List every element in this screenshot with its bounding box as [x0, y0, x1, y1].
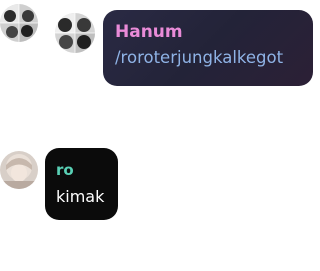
message-text: kimak — [56, 187, 105, 206]
chat-window: Hanum /roroterjungkalkegot ro kimak — [0, 0, 320, 271]
sender-name[interactable]: Hanum — [115, 22, 313, 42]
avatar-icon — [0, 4, 38, 42]
avatar[interactable] — [0, 151, 38, 189]
avatar[interactable] — [55, 13, 95, 53]
sender-name[interactable]: ro — [56, 161, 118, 179]
avatar[interactable] — [0, 4, 38, 42]
message-text: /roroterjungkalkegot — [115, 48, 284, 67]
avatar-icon — [0, 151, 38, 189]
message-bubble[interactable]: Hanum /roroterjungkalkegot — [103, 10, 313, 86]
avatar-icon — [55, 13, 95, 53]
message-bubble[interactable]: ro kimak — [45, 148, 118, 220]
